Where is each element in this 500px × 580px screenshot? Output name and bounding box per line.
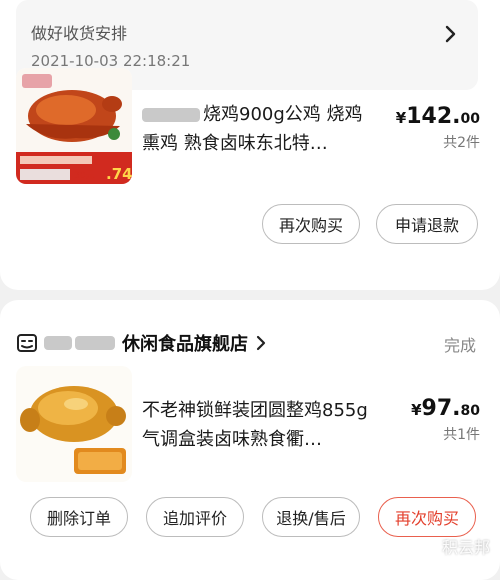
notice-text: 做好收货安排 — [31, 24, 128, 43]
watermark: 积云邦 — [441, 538, 490, 557]
blurred-shop-prefix — [75, 336, 115, 350]
delete-order-button[interactable]: 删除订单 — [30, 497, 128, 537]
product-image-roast-chicken[interactable]: 30元 .74 — [16, 68, 132, 184]
order-card-2: 休闲食品旗舰店 完成 不老神锁鲜装团圆整鸡855g气调盒装卤味熟食衢… ¥97.… — [0, 300, 500, 580]
chevron-right-icon — [256, 335, 266, 351]
product-title-2[interactable]: 不老神锁鲜装团圆整鸡855g气调盒装卤味熟食衢… — [142, 396, 374, 454]
thumb-price: .74 — [106, 165, 132, 183]
shop-name: 休闲食品旗舰店 — [122, 334, 248, 355]
quantity-2: 共1件 — [443, 427, 480, 443]
shop-icon — [17, 334, 37, 352]
product-title-1[interactable]: 烧鸡900g公鸡 烧鸡熏鸡 熟食卤味东北特… — [142, 100, 374, 158]
price-1: ¥142.00 — [395, 104, 480, 129]
order-card-1: 做好收货安排 2021-10-03 22:18:21 30元 .74 烧鸡900… — [0, 0, 500, 290]
thumb-coupon: 30元 — [74, 171, 94, 181]
shop-header[interactable]: 休闲食品旗舰店 — [16, 330, 268, 356]
braised-chicken-image — [16, 366, 132, 482]
product-image-braised-chicken[interactable] — [16, 366, 132, 482]
return-after-sales-button[interactable]: 退换/售后 — [262, 497, 360, 537]
price-2: ¥97.80 — [411, 396, 480, 421]
add-review-button[interactable]: 追加评价 — [146, 497, 244, 537]
chevron-right-icon[interactable] — [440, 24, 460, 44]
rebuy-button[interactable]: 再次购买 — [262, 204, 360, 244]
blurred-brand — [142, 108, 200, 122]
order-status: 完成 — [443, 336, 476, 355]
request-refund-button[interactable]: 申请退款 — [376, 204, 478, 244]
quantity-1: 共2件 — [443, 135, 480, 151]
roast-chicken-image: 30元 .74 — [16, 68, 132, 184]
blurred-shop-prefix — [44, 336, 72, 350]
rebuy-button-accent[interactable]: 再次购买 — [378, 497, 476, 537]
